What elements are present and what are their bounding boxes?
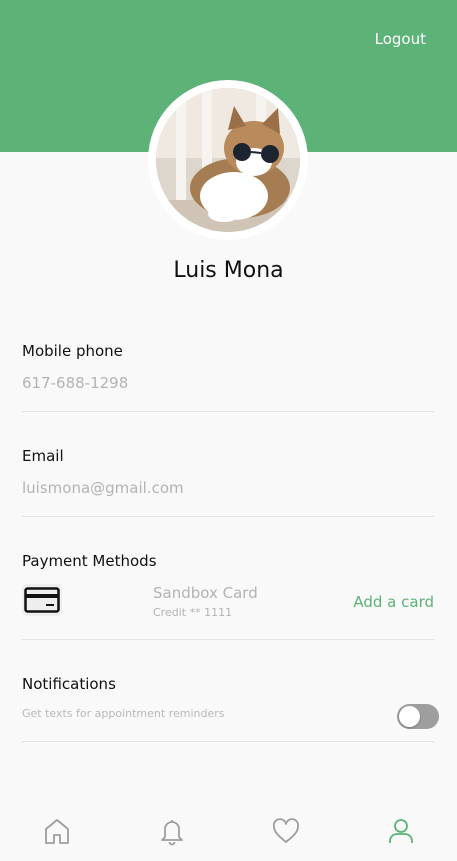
avatar-frame bbox=[148, 80, 308, 240]
home-icon[interactable] bbox=[42, 816, 72, 846]
email-value[interactable]: luismona@gmail.com bbox=[22, 479, 434, 497]
mobile-phone-section: Mobile phone 617-688-1298 bbox=[22, 342, 434, 412]
toggle-knob bbox=[399, 706, 420, 727]
avatar[interactable] bbox=[156, 88, 300, 232]
add-card-button[interactable]: Add a card bbox=[353, 593, 434, 611]
bell-icon[interactable] bbox=[157, 816, 187, 846]
notifications-label: Notifications bbox=[22, 675, 116, 693]
logout-button[interactable]: Logout bbox=[375, 30, 426, 48]
notifications-section: Notifications Get texts for appointment … bbox=[22, 675, 439, 742]
heart-icon[interactable] bbox=[271, 816, 301, 846]
credit-card-icon bbox=[22, 584, 62, 616]
card-name[interactable]: Sandbox Card bbox=[153, 584, 258, 602]
email-label: Email bbox=[22, 447, 64, 465]
payment-methods-section: Payment Methods Sandbox Card Credit ** 1… bbox=[22, 552, 434, 640]
mobile-phone-label: Mobile phone bbox=[22, 342, 123, 360]
bottom-tab-bar bbox=[0, 800, 457, 861]
user-icon[interactable] bbox=[386, 816, 416, 846]
payment-methods-label: Payment Methods bbox=[22, 552, 157, 570]
notifications-toggle[interactable] bbox=[397, 704, 439, 729]
card-detail: Credit ** 1111 bbox=[153, 606, 233, 619]
profile-name: Luis Mona bbox=[173, 258, 284, 283]
mobile-phone-value[interactable]: 617-688-1298 bbox=[22, 374, 434, 392]
notifications-description: Get texts for appointment reminders bbox=[22, 707, 225, 720]
email-section: Email luismona@gmail.com bbox=[22, 447, 434, 517]
